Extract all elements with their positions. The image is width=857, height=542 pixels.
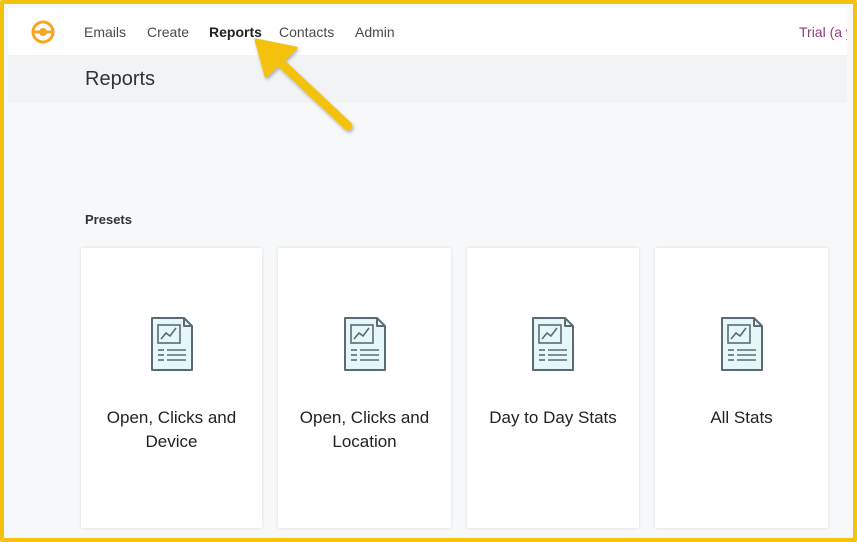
preset-card-label: All Stats: [663, 406, 820, 430]
preset-card-open-clicks-device[interactable]: Open, Clicks and Device: [81, 248, 262, 528]
preset-label-line: All Stats: [710, 408, 773, 427]
presets-heading: Presets: [85, 212, 132, 227]
preset-label-line: Day to Day Stats: [489, 408, 617, 427]
preset-card-label: Open, Clicks and Location: [286, 406, 443, 454]
preset-label-line: Open, Clicks and: [106, 408, 237, 427]
preset-label-line: Location: [332, 432, 397, 451]
report-document-icon: [150, 317, 193, 371]
preset-card-label: Open, Clicks and Device: [89, 406, 254, 454]
report-document-icon: [343, 317, 386, 371]
preset-card-open-clicks-location[interactable]: Open, Clicks and Location: [278, 248, 451, 528]
page-title: Reports: [85, 68, 156, 90]
report-document-icon: [720, 317, 763, 371]
nav-reports[interactable]: Reports: [209, 24, 262, 40]
account-trial-link[interactable]: Trial (a y: [799, 24, 847, 40]
preset-card-day-to-day-stats[interactable]: Day to Day Stats: [467, 248, 639, 528]
preset-label-line: Open, Clicks and: [299, 408, 430, 427]
nav-create[interactable]: Create: [147, 24, 189, 40]
nav-emails[interactable]: Emails: [84, 24, 126, 40]
report-document-icon: [532, 317, 574, 371]
nav-contacts[interactable]: Contacts: [279, 24, 334, 40]
app-logo-icon[interactable]: [30, 19, 56, 45]
preset-card-label: Day to Day Stats: [475, 406, 631, 430]
preset-card-all-stats[interactable]: All Stats: [655, 248, 828, 528]
screenshot-frame: Emails Create Reports Contacts Admin Tri…: [0, 0, 857, 542]
preset-label-line: Device: [145, 432, 198, 451]
nav-admin[interactable]: Admin: [355, 24, 395, 40]
top-navbar: Emails Create Reports Contacts Admin Tri…: [8, 8, 847, 55]
page-header: Reports: [8, 55, 847, 103]
